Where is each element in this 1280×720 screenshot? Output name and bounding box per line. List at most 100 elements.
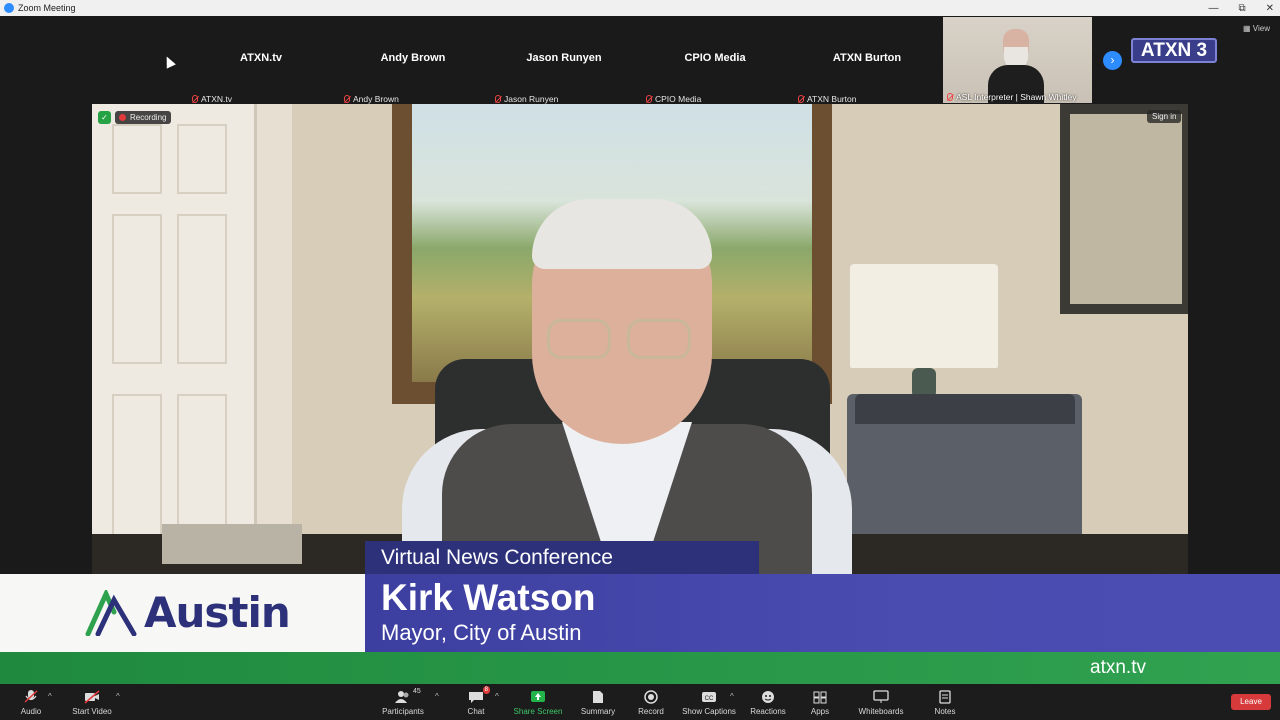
books [162, 524, 302, 564]
chat-badge: 8 [482, 686, 490, 694]
start-video-button[interactable]: Start Video [70, 684, 114, 720]
video-options-chevron-icon[interactable]: ^ [116, 692, 120, 701]
view-label: View [1252, 24, 1270, 33]
participant-label: ATXN.tv [201, 94, 233, 104]
next-page-arrow-icon[interactable]: › [1103, 51, 1122, 70]
austin-mark-icon [85, 589, 137, 636]
shield-check-icon[interactable]: ✓ [98, 110, 111, 124]
apps-icon [812, 690, 828, 704]
glasses [547, 319, 697, 361]
participant-tile-atxn-burton[interactable]: ATXN Burton ATXN Burton [792, 16, 942, 104]
speaker-title: Mayor, City of Austin [381, 620, 582, 645]
speaker-name: Kirk Watson [381, 577, 596, 618]
participant-tile-asl-interpreter[interactable]: ASL Interpreter | Shawn Whitley [943, 17, 1092, 103]
participants-count: 45 [413, 688, 421, 695]
captions-icon: CC [701, 690, 717, 704]
austin-logo: Austin [84, 588, 291, 637]
mic-muted-icon [947, 93, 953, 101]
close-icon[interactable]: ✕ [1266, 3, 1274, 14]
chat-button[interactable]: 8 Chat [464, 684, 490, 720]
minimize-icon[interactable]: — [1208, 3, 1218, 14]
notes-button[interactable]: Notes [932, 684, 958, 720]
summary-label: Summary [580, 707, 616, 716]
chat-label: Chat [467, 707, 485, 716]
reactions-label: Reactions [750, 707, 786, 716]
framed-picture [1060, 104, 1188, 314]
participant-name: Andy Brown [380, 52, 446, 64]
participant-label: Jason Runyen [504, 94, 559, 104]
video-off-icon [84, 690, 100, 704]
austin-wordmark: Austin [144, 588, 291, 637]
captions-chevron-icon[interactable]: ^ [730, 692, 734, 701]
mic-muted-icon [646, 95, 652, 103]
recording-pill[interactable]: Recording [115, 110, 172, 124]
participant-label: Andy Brown [353, 94, 399, 104]
restore-icon[interactable]: ⧉ [1238, 3, 1245, 14]
event-label: Virtual News Conference [365, 541, 759, 574]
channel-logo: ATXN 3 [1131, 38, 1217, 63]
channel-url: atxn.tv [1090, 657, 1146, 678]
view-button[interactable]: ▦ View [1243, 24, 1270, 33]
participant-tile-cpio-media[interactable]: CPIO Media CPIO Media [640, 16, 790, 104]
chat-chevron-icon[interactable]: ^ [495, 692, 499, 701]
show-captions-button[interactable]: CC Show Captions [680, 684, 738, 720]
mic-icon [23, 690, 39, 704]
url-bar [0, 652, 1280, 684]
recording-label: Recording [130, 112, 167, 122]
participant-label: ASL Interpreter | Shawn Whitley [956, 92, 1077, 102]
share-screen-icon [530, 690, 546, 704]
mic-muted-icon [798, 95, 804, 103]
chat-icon: 8 [468, 686, 490, 704]
meeting-toolbar: Audio ^ Start Video ^ 45 Participants ^ … [0, 684, 1280, 720]
lamp [850, 264, 998, 368]
recording-indicator: ✓ Recording [98, 110, 172, 124]
zoom-app-icon [4, 3, 14, 13]
participants-icon: 45 [395, 688, 421, 704]
summary-button[interactable]: Summary [578, 684, 618, 720]
share-screen-label: Share Screen [513, 707, 563, 716]
participants-chevron-icon[interactable]: ^ [435, 692, 439, 701]
reactions-button[interactable]: Reactions [748, 684, 788, 720]
record-icon [643, 690, 659, 704]
record-dot-icon [119, 113, 126, 121]
whiteboards-label: Whiteboards [858, 707, 904, 716]
notes-icon [937, 690, 953, 704]
participant-tile-atxn-tv[interactable]: ATXN.tv ATXN.tv [186, 16, 336, 104]
participant-name: CPIO Media [684, 52, 746, 64]
show-captions-label: Show Captions [682, 707, 736, 716]
window-titlebar: Zoom Meeting — ⧉ ✕ [0, 0, 1280, 16]
participant-name: ATXN.tv [240, 52, 282, 64]
summary-icon [590, 690, 606, 704]
participant-name: Jason Runyen [526, 52, 602, 64]
participant-label: CPIO Media [655, 94, 702, 104]
participant-name: ATXN Burton [832, 52, 902, 64]
audio-button[interactable]: Audio [18, 684, 44, 720]
record-button[interactable]: Record [634, 684, 668, 720]
reactions-icon [760, 690, 776, 704]
apps-button[interactable]: Apps [808, 684, 832, 720]
participants-label: Participants [382, 707, 424, 716]
window-controls: — ⧉ ✕ [1208, 0, 1274, 16]
mic-muted-icon [192, 95, 198, 103]
record-label: Record [638, 707, 664, 716]
participant-tile-jason-runyen[interactable]: Jason Runyen Jason Runyen [489, 16, 639, 104]
leave-button[interactable]: Leave [1231, 694, 1271, 710]
audio-options-chevron-icon[interactable]: ^ [48, 692, 52, 701]
window-title: Zoom Meeting [18, 3, 76, 13]
share-screen-button[interactable]: Share Screen [512, 684, 564, 720]
notes-label: Notes [934, 707, 956, 716]
sign-in-button[interactable]: Sign in [1147, 110, 1182, 123]
participants-button[interactable]: 45 Participants [380, 684, 426, 720]
svg-text:CC: CC [705, 696, 714, 702]
door [92, 104, 257, 574]
participant-label: ATXN Burton [807, 94, 857, 104]
active-speaker-video[interactable] [92, 104, 1188, 574]
mic-muted-icon [495, 95, 501, 103]
audio-label: Audio [20, 707, 42, 716]
whiteboards-button[interactable]: Whiteboards [855, 684, 907, 720]
whiteboard-icon [873, 690, 889, 704]
apps-label: Apps [810, 707, 830, 716]
participant-tile-andy-brown[interactable]: Andy Brown Andy Brown [338, 16, 488, 104]
start-video-label: Start Video [72, 707, 112, 716]
printer [847, 394, 1082, 554]
